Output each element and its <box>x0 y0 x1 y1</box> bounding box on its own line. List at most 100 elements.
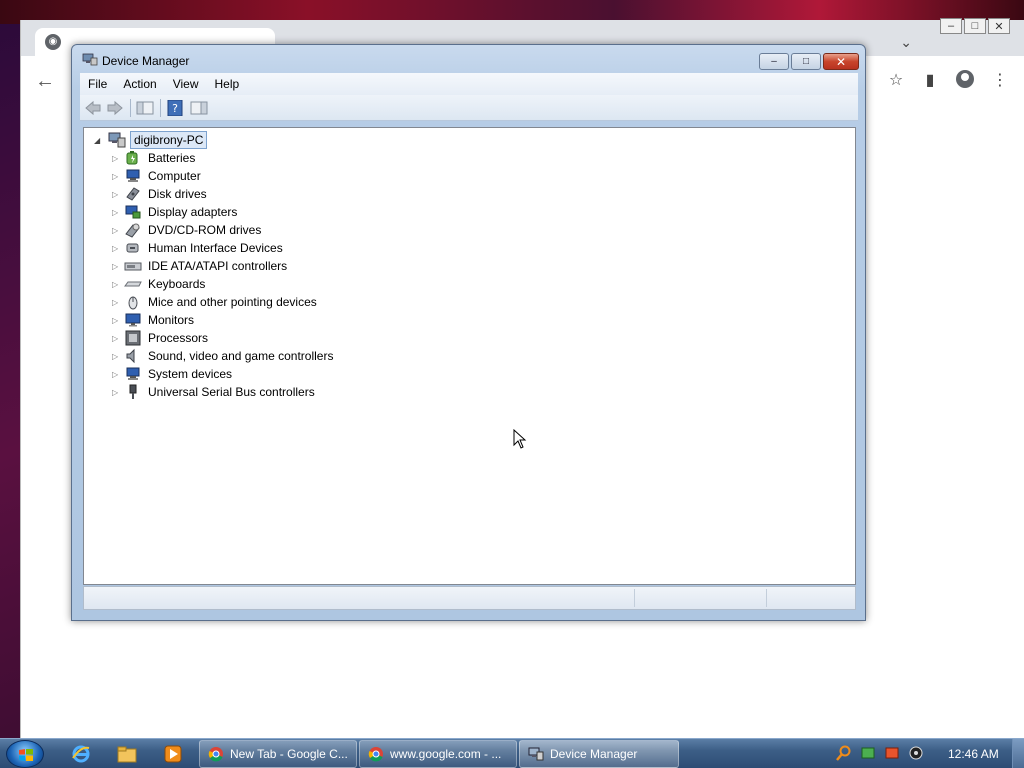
search-tray-icon[interactable] <box>836 745 852 761</box>
expand-arrow-icon[interactable]: ▷ <box>112 280 122 289</box>
show-hide-console-tree-icon[interactable] <box>136 100 154 116</box>
tree-item[interactable]: ▷ Universal Serial Bus controllers <box>112 383 333 401</box>
device-category-list: ▷ Batteries ▷ Computer ▷ Disk drives ▷ D… <box>112 149 333 401</box>
expand-arrow-icon[interactable]: ▷ <box>112 190 122 199</box>
expand-arrow-icon[interactable]: ▷ <box>112 370 122 379</box>
status-bar <box>83 586 856 610</box>
show-desktop-button[interactable] <box>1012 739 1024 768</box>
forward-arrow-icon[interactable] <box>106 100 124 116</box>
tree-item[interactable]: ▷ Display adapters <box>112 203 333 221</box>
media-player-pin[interactable] <box>152 742 194 766</box>
more-menu-icon[interactable]: ⋮ <box>992 70 1008 90</box>
expand-arrow-icon[interactable]: ▷ <box>112 226 122 235</box>
tree-item[interactable]: ▷ DVD/CD-ROM drives <box>112 221 333 239</box>
expand-arrow-icon[interactable]: ▷ <box>112 352 122 361</box>
expand-arrow-icon[interactable]: ▷ <box>112 262 122 271</box>
usb-icon <box>129 384 137 399</box>
tree-item[interactable]: ▷ System devices <box>112 365 333 383</box>
chrome-close-button[interactable]: ✕ <box>988 18 1010 34</box>
file-explorer-pin[interactable] <box>106 742 148 766</box>
tab-search-chevron-icon[interactable]: ⌄ <box>900 34 912 51</box>
processor-icon <box>125 330 141 346</box>
menu-view[interactable]: View <box>165 73 207 95</box>
clock[interactable]: 12:46 AM <box>948 747 999 761</box>
expand-arrow-icon[interactable]: ▷ <box>112 208 122 217</box>
tree-item[interactable]: ▷ Computer <box>112 167 333 185</box>
hid-icon <box>126 243 139 253</box>
chrome-minimize-button[interactable]: – <box>940 18 962 34</box>
task-device-manager[interactable]: Device Manager <box>519 740 679 768</box>
task-label: Device Manager <box>550 747 638 761</box>
mouse-icon <box>128 296 138 310</box>
tree-item-label: Batteries <box>148 151 196 165</box>
collapse-arrow-icon[interactable]: ◢ <box>94 136 104 145</box>
menu-action[interactable]: Action <box>115 73 164 95</box>
computer-icon <box>126 169 140 182</box>
tree-item[interactable]: ▷ Disk drives <box>112 185 333 203</box>
disk-drive-icon <box>126 187 140 201</box>
tree-item-label: Universal Serial Bus controllers <box>148 385 315 399</box>
chrome-window-controls: – □ ✕ <box>940 18 1010 34</box>
close-button[interactable]: ✕ <box>823 53 859 70</box>
action-pane-icon[interactable] <box>190 100 208 116</box>
tree-root[interactable]: ◢ digibrony-PC <box>94 131 208 149</box>
task-google-chrome[interactable]: www.google.com - ... <box>359 740 517 768</box>
minimize-button[interactable]: – <box>759 53 789 70</box>
tree-item[interactable]: ▷ Sound, video and game controllers <box>112 347 333 365</box>
tree-item-label: Keyboards <box>148 277 206 291</box>
tree-item-label: Display adapters <box>148 205 238 219</box>
internet-explorer-pin[interactable] <box>60 742 102 766</box>
menu-bar: File Action View Help <box>80 73 858 95</box>
tree-item[interactable]: ▷ Monitors <box>112 311 333 329</box>
folder-icon <box>117 746 137 763</box>
mouse-cursor-icon <box>513 429 527 449</box>
side-panel-icon[interactable]: ▮ <box>922 70 938 90</box>
start-button[interactable] <box>6 740 44 768</box>
tree-item-label: Mice and other pointing devices <box>148 295 317 309</box>
tree-item[interactable]: ▷ Keyboards <box>112 275 333 293</box>
tree-item[interactable]: ▷ Human Interface Devices <box>112 239 333 257</box>
help-icon[interactable]: ? <box>166 100 184 116</box>
system-tray <box>836 745 924 761</box>
title-bar[interactable]: Device Manager – □ ✕ <box>72 45 865 73</box>
status-separator <box>766 589 767 607</box>
menu-file[interactable]: File <box>80 73 115 95</box>
tree-item[interactable]: ▷ Processors <box>112 329 333 347</box>
expand-arrow-icon[interactable]: ▷ <box>112 388 122 397</box>
tree-item-label: System devices <box>148 367 233 381</box>
bookmark-star-icon[interactable]: ☆ <box>888 70 904 90</box>
device-manager-icon <box>82 53 98 66</box>
task-label: New Tab - Google C... <box>230 747 348 761</box>
tree-item[interactable]: ▷ Batteries <box>112 149 333 167</box>
back-arrow-icon[interactable] <box>84 100 102 116</box>
taskbar: New Tab - Google C... www.google.com - .… <box>0 738 1024 768</box>
profile-avatar-icon[interactable] <box>956 70 974 88</box>
maximize-button[interactable]: □ <box>791 53 821 70</box>
chrome-maximize-button[interactable]: □ <box>964 18 986 34</box>
expand-arrow-icon[interactable]: ▷ <box>112 316 122 325</box>
tree-item[interactable]: ▷ Mice and other pointing devices <box>112 293 333 311</box>
expand-arrow-icon[interactable]: ▷ <box>112 298 122 307</box>
device-manager-window: Device Manager – □ ✕ File Action View He… <box>71 44 866 621</box>
tree-root-label[interactable]: digibrony-PC <box>130 131 208 149</box>
device-tree: ◢ digibrony-PC ▷ Batteries ▷ Computer ▷ … <box>83 127 856 585</box>
tree-item-label: Processors <box>148 331 209 345</box>
task-new-tab-chrome[interactable]: New Tab - Google C... <box>199 740 357 768</box>
status-separator <box>634 589 635 607</box>
display-adapter-icon <box>125 205 141 219</box>
expand-arrow-icon[interactable]: ▷ <box>112 244 122 253</box>
windows-logo-icon <box>19 749 33 761</box>
expand-arrow-icon[interactable]: ▷ <box>112 172 122 181</box>
svg-text:?: ? <box>172 102 178 115</box>
expand-arrow-icon[interactable]: ▷ <box>112 154 122 163</box>
menu-help[interactable]: Help <box>207 73 248 95</box>
globe-icon: ◉ <box>45 34 61 50</box>
tree-item[interactable]: ▷ IDE ATA/ATAPI controllers <box>112 257 333 275</box>
back-arrow-icon[interactable]: ← <box>35 70 55 93</box>
volume-tray-icon[interactable] <box>908 745 924 761</box>
network-tray-icon[interactable] <box>860 745 876 761</box>
app-tray-icon[interactable] <box>884 745 900 761</box>
tree-item-label: Computer <box>148 169 201 183</box>
expand-arrow-icon[interactable]: ▷ <box>112 334 122 343</box>
task-label: www.google.com - ... <box>390 747 502 761</box>
